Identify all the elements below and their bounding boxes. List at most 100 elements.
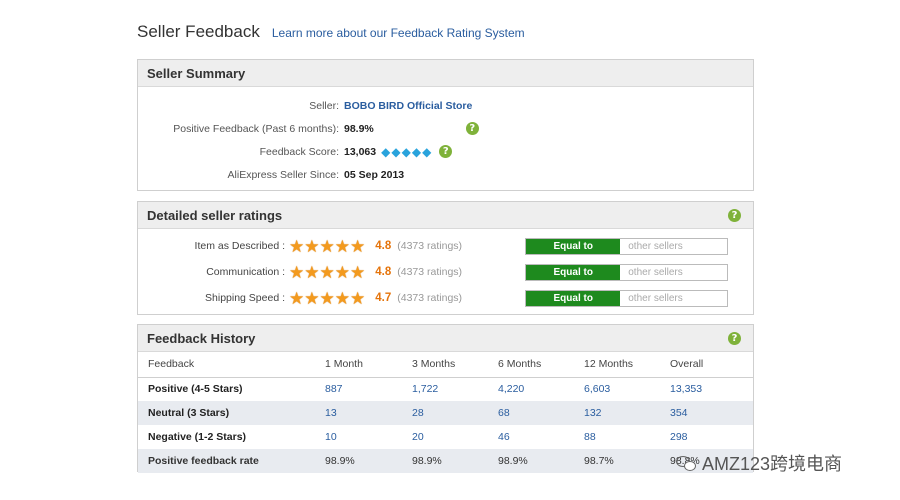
rating-count: (4373 ratings)	[397, 240, 463, 252]
seller-since-value: 05 Sep 2013	[344, 168, 405, 181]
table-cell[interactable]: 887	[325, 377, 412, 401]
seller-since-label: AliExpress Seller Since:	[227, 168, 339, 181]
column-header: 3 Months	[412, 352, 498, 378]
rating-count: (4373 ratings)	[397, 292, 463, 304]
star-icon: ★	[289, 288, 305, 308]
diamond-icon: ◆	[422, 144, 432, 159]
diamond-icon: ◆	[381, 144, 391, 159]
rating-label: Item as Described :	[194, 240, 285, 252]
rating-row: Item as Described : ★ ★ ★ ★ ★ 4.8 (4373 rati…	[138, 233, 753, 259]
column-header: 1 Month	[325, 352, 412, 378]
star-icon: ★	[304, 288, 320, 308]
detailed-ratings-header: Detailed seller ratings ?	[138, 202, 753, 229]
row-label: Neutral (3 Stars)	[138, 401, 325, 425]
table-cell[interactable]: 20	[412, 425, 498, 449]
comparison-equal-label: Equal to	[526, 238, 621, 254]
seller-summary-title: Seller Summary	[147, 65, 246, 81]
table-cell: 98.9%	[498, 449, 584, 473]
seller-label: Seller:	[309, 99, 339, 112]
rating-comparison-bar: Equal to other sellers	[525, 263, 729, 281]
rating-row: Shipping Speed : ★ ★ ★ ★ ★ 4.7 (4373 ratings…	[138, 285, 753, 311]
table-row: Negative (1-2 Stars) 10 20 46 88 298	[138, 425, 753, 449]
diamond-icon: ◆	[411, 144, 422, 159]
star-icon: ★	[304, 262, 320, 282]
table-row: Positive (4-5 Stars) 887 1,722 4,220 6,6…	[138, 377, 753, 401]
comparison-equal-label: Equal to	[526, 290, 621, 306]
star-icon: ★	[334, 288, 350, 308]
feedback-history-title: Feedback History	[147, 330, 256, 346]
star-icon: ★	[350, 262, 366, 282]
star-icon: ★	[319, 288, 335, 308]
column-header: 6 Months	[498, 352, 584, 378]
table-header-row: Feedback 1 Month 3 Months 6 Months 12 Mo…	[138, 352, 753, 378]
table-cell[interactable]: 88	[584, 425, 670, 449]
table-cell[interactable]: 28	[412, 401, 498, 425]
star-icon: ★	[319, 236, 335, 256]
table-cell[interactable]: 10	[325, 425, 412, 449]
diamond-icon: ◆	[401, 144, 411, 159]
detailed-ratings-help-icon[interactable]: ?	[728, 208, 741, 222]
star-icon: ★	[334, 262, 350, 282]
positive-feedback-value: 98.9%	[344, 122, 374, 135]
table-row: Neutral (3 Stars) 13 28 68 132 354	[138, 401, 753, 425]
rating-score: 4.8	[375, 266, 392, 278]
rating-label: Shipping Speed :	[205, 292, 285, 304]
positive-feedback-row: Positive Feedback (Past 6 months): 98.9%…	[138, 117, 753, 140]
rating-comparison-bar: Equal to other sellers	[525, 237, 729, 255]
detailed-ratings-panel: Detailed seller ratings ? Item as Descri…	[137, 201, 754, 315]
table-cell[interactable]: 354	[670, 401, 753, 425]
star-icon: ★	[350, 288, 366, 308]
star-icon: ★	[350, 236, 366, 256]
feedback-score-help-icon[interactable]: ?	[439, 145, 453, 158]
table-cell[interactable]: 13	[325, 401, 412, 425]
row-label: Positive (4-5 Stars)	[148, 383, 243, 396]
positive-feedback-label: Positive Feedback (Past 6 months):	[173, 122, 339, 135]
feedback-score-label: Feedback Score:	[259, 145, 339, 158]
table-cell[interactable]: 46	[498, 425, 584, 449]
feedback-history-help-icon[interactable]: ?	[728, 331, 741, 345]
positive-feedback-help-icon[interactable]: ?	[465, 122, 479, 135]
rating-comparison-bar: Equal to other sellers	[525, 289, 729, 307]
seller-summary-header: Seller Summary	[138, 60, 753, 87]
watermark: AMZ123跨境电商	[676, 450, 842, 476]
comparison-other-label: other sellers	[620, 290, 728, 306]
table-cell[interactable]: 68	[498, 401, 584, 425]
table-cell[interactable]: 4,220	[498, 377, 584, 401]
column-header: Overall	[670, 352, 753, 378]
rating-count: (4373 ratings)	[397, 266, 463, 278]
star-icon: ★	[334, 236, 350, 256]
table-cell[interactable]: 1,722	[412, 377, 498, 401]
star-icon: ★	[304, 236, 320, 256]
table-cell[interactable]: 6,603	[584, 377, 670, 401]
column-header: 12 Months	[584, 352, 670, 378]
table-cell[interactable]: 132	[584, 401, 670, 425]
diamond-icon: ◆	[391, 144, 401, 159]
seller-name-link[interactable]: BOBO BIRD Official Store	[344, 100, 472, 112]
row-label: Positive feedback rate	[138, 449, 325, 473]
table-cell[interactable]: 13,353	[670, 377, 753, 401]
table-cell: 98.9%	[412, 449, 498, 473]
page-header: Seller Feedback Learn more about our Fee…	[137, 22, 525, 42]
feedback-score-row: Feedback Score: 13,063 ◆ ◆ ◆ ◆ ◆ ?	[138, 140, 753, 163]
table-cell[interactable]: 298	[670, 425, 753, 449]
table-row: Positive feedback rate 98.9% 98.9% 98.9%…	[138, 449, 753, 473]
star-icon: ★	[289, 236, 305, 256]
comparison-other-label: other sellers	[620, 264, 728, 280]
star-icon: ★	[319, 262, 335, 282]
rating-stars: ★ ★ ★ ★ ★	[289, 264, 365, 281]
rating-row: Communication : ★ ★ ★ ★ ★ 4.8 (4373 ratings)…	[138, 259, 753, 285]
feedback-system-link[interactable]: Learn more about our Feedback Rating Sys…	[272, 26, 525, 40]
rating-stars: ★ ★ ★ ★ ★	[289, 290, 365, 307]
rating-score: 4.7	[375, 292, 392, 304]
feedback-history-table: Feedback 1 Month 3 Months 6 Months 12 Mo…	[138, 352, 753, 473]
feedback-score-value: 13,063	[344, 145, 377, 158]
rating-stars: ★ ★ ★ ★ ★	[289, 238, 365, 255]
wechat-icon	[676, 454, 698, 472]
feedback-score-diamonds: ◆ ◆ ◆ ◆ ◆	[381, 146, 431, 158]
seller-since-row: AliExpress Seller Since: 05 Sep 2013	[138, 163, 753, 186]
watermark-text: AMZ123跨境电商	[702, 454, 843, 474]
comparison-other-label: other sellers	[620, 238, 728, 254]
star-icon: ★	[289, 262, 305, 282]
feedback-history-panel: Feedback History ? Feedback 1 Month 3 Mo…	[137, 324, 754, 473]
detailed-ratings-title: Detailed seller ratings	[147, 207, 283, 223]
